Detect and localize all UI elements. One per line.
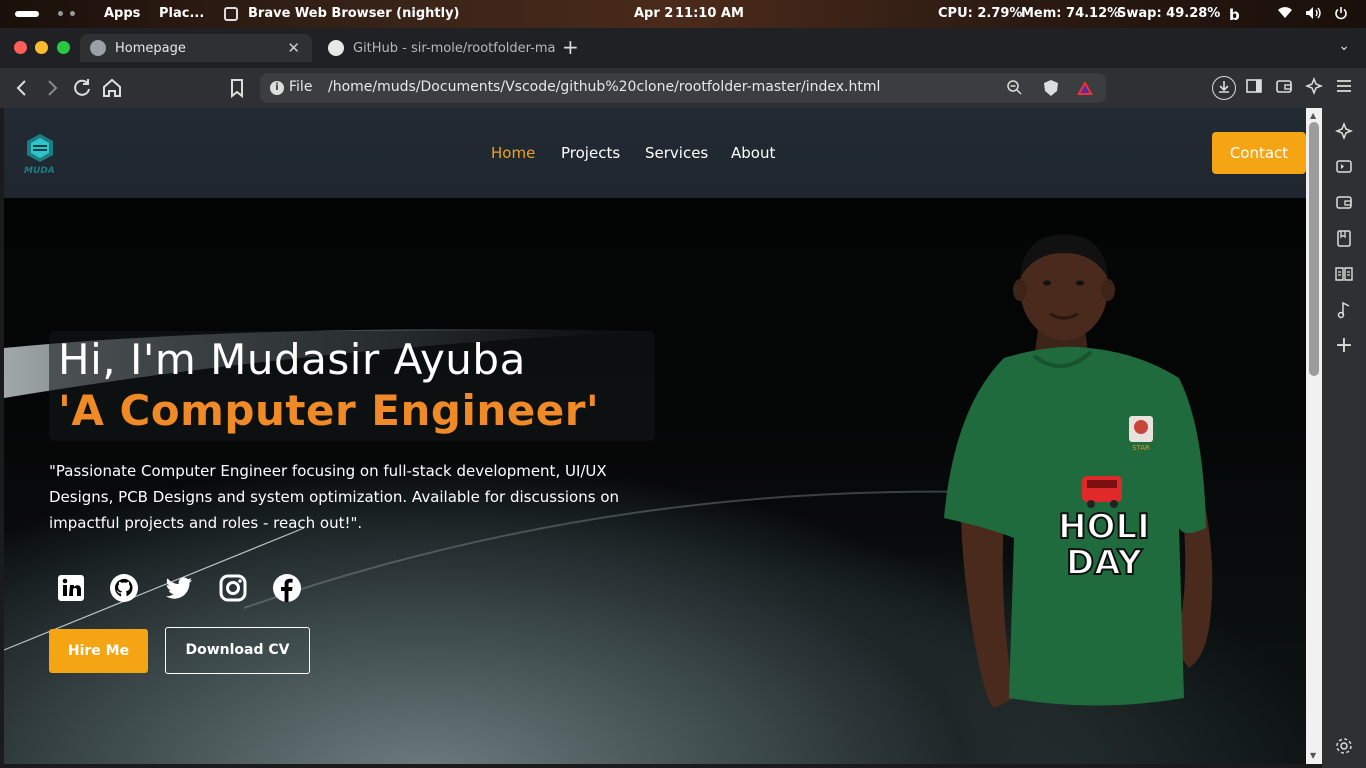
leo-sidebar-icon[interactable] [1334, 121, 1354, 141]
brave-app-icon [224, 7, 238, 21]
active-app-name[interactable]: Brave Web Browser (nightly) [248, 6, 460, 21]
hero-greeting: Hi, I'm Mudasir Ayuba [58, 335, 526, 384]
browser-tab-bar: Homepage ✕ GitHub - sir-mole/rootfolder-… [0, 28, 1366, 68]
tab-list-chevron-icon[interactable]: ⌄ [1338, 38, 1350, 54]
brave-shields-icon[interactable] [1043, 79, 1059, 101]
download-cv-button[interactable]: Download CV [165, 627, 310, 674]
github-icon [328, 40, 344, 56]
url-scheme-label: File [289, 79, 313, 95]
web-page: MUDA Home Projects Services About Contac… [4, 108, 1306, 764]
close-window-button[interactable] [14, 41, 27, 54]
minimize-window-button[interactable] [35, 41, 48, 54]
browser-toolbar: i File /home/muds/Documents/Vscode/githu… [0, 68, 1366, 108]
cpu-monitor[interactable]: CPU: 2.79% [938, 6, 1022, 21]
nav-home[interactable]: Home [491, 144, 535, 162]
new-tab-button[interactable]: + [562, 35, 579, 59]
shirt-text-day: DAY [1066, 543, 1142, 583]
add-sidebar-item-icon[interactable]: + [1334, 335, 1354, 357]
sidebar-toggle-icon[interactable] [1242, 76, 1266, 100]
tab-title: Homepage [115, 40, 186, 56]
apps-menu[interactable]: Apps [104, 6, 140, 21]
hire-me-button[interactable]: Hire Me [49, 629, 148, 673]
hero-description: "Passionate Computer Engineer focusing o… [49, 462, 619, 532]
forward-button[interactable] [40, 76, 64, 100]
browser-side-panel: + [1322, 108, 1366, 768]
wallet-sidebar-icon[interactable] [1334, 192, 1354, 212]
workspace-indicator[interactable] [15, 11, 39, 17]
bookmark-button[interactable] [225, 76, 249, 100]
nav-about[interactable]: About [731, 144, 775, 162]
profile-photo: STAR HOLI DAY [944, 234, 1213, 708]
tab-title: GitHub - sir-mole/rootfolder-mast [353, 40, 556, 56]
shirt-badge-text: STAR [1132, 444, 1150, 452]
twitter-icon[interactable] [164, 573, 194, 603]
swap-monitor[interactable]: Swap: 49.28% [1117, 6, 1220, 21]
scrollbar-thumb[interactable] [1309, 122, 1319, 376]
linkedin-icon[interactable] [56, 573, 86, 603]
close-tab-icon[interactable]: ✕ [287, 39, 300, 57]
instagram-icon[interactable] [218, 573, 248, 603]
bookmarks-sidebar-icon[interactable] [1334, 228, 1354, 248]
shirt-text-holi: HOLI [1058, 507, 1150, 547]
places-menu[interactable]: Plac... [159, 6, 204, 21]
back-button[interactable] [10, 76, 34, 100]
maximize-window-button[interactable] [57, 41, 70, 54]
hero-role: 'A Computer Engineer' [58, 386, 600, 435]
wifi-icon[interactable] [1277, 6, 1293, 23]
nav-projects[interactable]: Projects [561, 144, 620, 162]
scroll-down-icon[interactable]: ▼ [1310, 751, 1316, 760]
mem-monitor[interactable]: Mem: 74.12% [1021, 6, 1120, 21]
home-button[interactable] [100, 76, 124, 100]
facebook-icon[interactable] [272, 573, 302, 603]
wallet-icon[interactable] [1272, 76, 1296, 100]
contact-button[interactable]: Contact [1212, 132, 1306, 174]
leo-ai-icon[interactable] [1302, 76, 1326, 100]
playlist-music-icon[interactable] [1334, 300, 1354, 320]
system-top-bar: Apps Plac... Brave Web Browser (nightly)… [0, 0, 1366, 28]
globe-icon [90, 40, 106, 56]
site-header: MUDA Home Projects Services About Contac… [4, 108, 1306, 198]
brave-rewards-icon[interactable] [1076, 79, 1094, 101]
reload-button[interactable] [70, 76, 94, 100]
url-text[interactable]: /home/muds/Documents/Vscode/github%20clo… [328, 79, 880, 95]
logo-text: MUDA [24, 166, 55, 176]
bing-icon[interactable]: b [1229, 6, 1240, 24]
nav-services[interactable]: Services [645, 144, 708, 162]
clock-time[interactable]: 11:10 AM [675, 6, 744, 21]
workspace-dot[interactable] [70, 11, 75, 16]
github-icon[interactable] [109, 573, 139, 603]
address-bar[interactable]: i File /home/muds/Documents/Vscode/githu… [260, 73, 1106, 103]
sidebar-settings-icon[interactable] [1334, 736, 1354, 756]
page-scrollbar[interactable]: ▲ ▼ [1306, 108, 1322, 764]
tab-homepage[interactable]: Homepage ✕ [80, 34, 312, 62]
clock-date[interactable]: Apr 2 [634, 6, 673, 21]
menu-icon[interactable] [1332, 76, 1356, 100]
reading-list-icon[interactable] [1334, 264, 1354, 284]
downloads-icon[interactable] [1212, 76, 1236, 100]
volume-icon[interactable] [1305, 6, 1321, 24]
talk-video-icon[interactable] [1334, 156, 1354, 176]
workspace-dot[interactable] [58, 11, 63, 16]
power-icon[interactable] [1334, 6, 1348, 24]
tab-github[interactable]: GitHub - sir-mole/rootfolder-mast [318, 34, 556, 62]
site-logo[interactable]: MUDA [24, 132, 56, 178]
zoom-icon[interactable] [1006, 79, 1022, 99]
hero-section: Hi, I'm Mudasir Ayuba 'A Computer Engine… [4, 198, 1306, 764]
scroll-up-icon[interactable]: ▲ [1310, 111, 1316, 120]
info-icon[interactable]: i [270, 81, 284, 95]
